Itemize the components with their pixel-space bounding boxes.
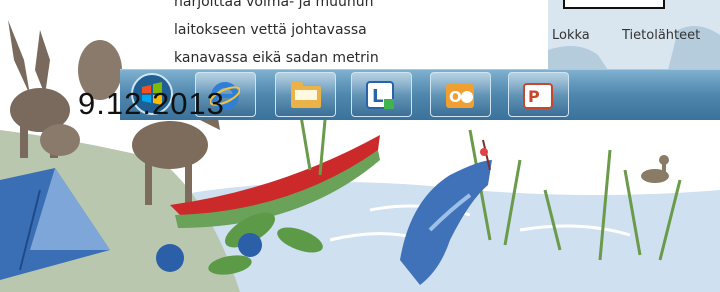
lync-icon: L — [366, 81, 394, 109]
map-label-sources[interactable]: Tietolähteet — [622, 28, 700, 43]
map-panel: Lokka Tietolähteet — [548, 0, 720, 70]
document-line: laitokseen vettä johtavassa — [174, 22, 367, 38]
document-line: kanavassa eikä sadan metrin — [174, 50, 379, 66]
duck — [641, 155, 669, 183]
powerpoint-icon: P — [523, 83, 553, 109]
folder-icon — [291, 82, 321, 108]
svg-text:P: P — [528, 87, 540, 106]
taskbar-button-lync[interactable]: L — [351, 72, 412, 117]
taskbar-button-outlook[interactable]: O — [430, 72, 491, 117]
document-line: harjoittaa voima- ja muunun — [174, 0, 374, 10]
svg-text:O: O — [449, 88, 462, 106]
outlook-icon: O — [446, 84, 474, 108]
svg-text:L: L — [372, 86, 383, 107]
map-label-lokka: Lokka — [552, 28, 590, 43]
document-excerpt: harjoittaa voima- ja muunun laitokseen v… — [150, 0, 510, 70]
taskbar-clock-date[interactable]: 9.12.2013 — [78, 86, 225, 122]
taskbar-button-powerpoint[interactable]: P — [508, 72, 569, 117]
taskbar-button-file-explorer[interactable] — [275, 72, 336, 117]
